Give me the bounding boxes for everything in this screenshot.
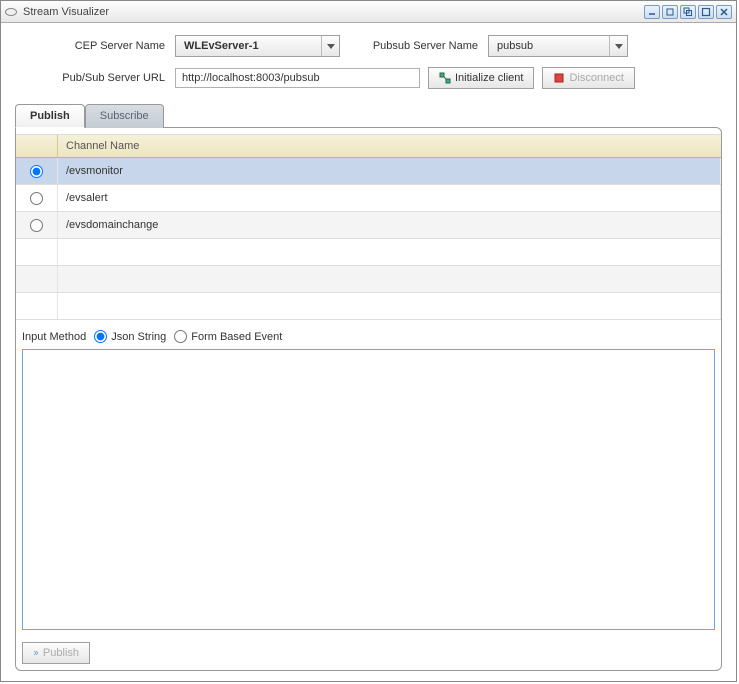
restore-icon[interactable] (662, 5, 678, 19)
tab-subscribe[interactable]: Subscribe (85, 104, 164, 128)
initialize-client-button[interactable]: Initialize client (428, 67, 534, 89)
table-row[interactable]: /evsalert (16, 185, 721, 212)
row-radio[interactable] (30, 165, 43, 178)
initialize-client-label: Initialize client (455, 72, 523, 84)
json-string-label: Json String (111, 331, 166, 343)
pubsub-name-value: pubsub (497, 40, 533, 52)
row-radio[interactable] (30, 192, 43, 205)
publish-button: Publish (22, 642, 90, 664)
stop-icon (553, 72, 565, 84)
row-radio[interactable] (30, 219, 43, 232)
form-based-label: Form Based Event (191, 331, 282, 343)
cep-server-value: WLEvServer-1 (184, 40, 259, 52)
table-row-empty (16, 239, 721, 266)
disconnect-label: Disconnect (569, 72, 623, 84)
form-based-option[interactable]: Form Based Event (174, 330, 282, 343)
publish-icon (33, 647, 39, 659)
table-row-empty (16, 266, 721, 293)
cep-server-label: CEP Server Name (15, 40, 175, 52)
grid-header: Channel Name (16, 134, 721, 158)
titlebar: Stream Visualizer (1, 1, 736, 23)
chevron-down-icon (609, 36, 627, 56)
channel-name-header: Channel Name (58, 140, 721, 152)
table-row[interactable]: /evsdomainchange (16, 212, 721, 239)
window-controls (644, 5, 732, 19)
window-title: Stream Visualizer (23, 6, 644, 18)
input-method-row: Input Method Json String Form Based Even… (16, 320, 721, 349)
channel-name-cell: /evsdomainchange (58, 212, 721, 238)
url-label: Pub/Sub Server URL (15, 72, 175, 84)
event-input-textarea[interactable] (22, 349, 715, 630)
content-area: CEP Server Name WLEvServer-1 Pubsub Serv… (1, 23, 736, 681)
maximize-icon[interactable] (698, 5, 714, 19)
channel-name-cell: /evsalert (58, 185, 721, 211)
close-icon[interactable] (716, 5, 732, 19)
table-row-empty (16, 293, 721, 320)
cep-server-select[interactable]: WLEvServer-1 (175, 35, 340, 57)
input-method-label: Input Method (22, 331, 86, 343)
url-input[interactable] (175, 68, 420, 88)
pubsub-name-label: Pubsub Server Name (358, 40, 488, 52)
publish-panel: Channel Name /evsmonitor /evsalert /evsd… (15, 127, 722, 671)
tabstrip: Publish Subscribe (15, 103, 722, 127)
cascade-icon[interactable] (680, 5, 696, 19)
tab-publish[interactable]: Publish (15, 104, 85, 128)
disconnect-button: Disconnect (542, 67, 634, 89)
app-icon (5, 8, 17, 16)
channel-name-cell: /evsmonitor (58, 158, 721, 184)
publish-label: Publish (43, 647, 79, 659)
json-string-option[interactable]: Json String (94, 330, 166, 343)
stream-visualizer-window: Stream Visualizer CEP Server Name WLEvSe… (0, 0, 737, 682)
chevron-down-icon (321, 36, 339, 56)
json-string-radio[interactable] (94, 330, 107, 343)
table-row[interactable]: /evsmonitor (16, 158, 721, 185)
connect-icon (439, 72, 451, 84)
form-based-radio[interactable] (174, 330, 187, 343)
pubsub-name-select[interactable]: pubsub (488, 35, 628, 57)
minimize-icon[interactable] (644, 5, 660, 19)
channel-grid: Channel Name /evsmonitor /evsalert /evsd… (16, 134, 721, 320)
